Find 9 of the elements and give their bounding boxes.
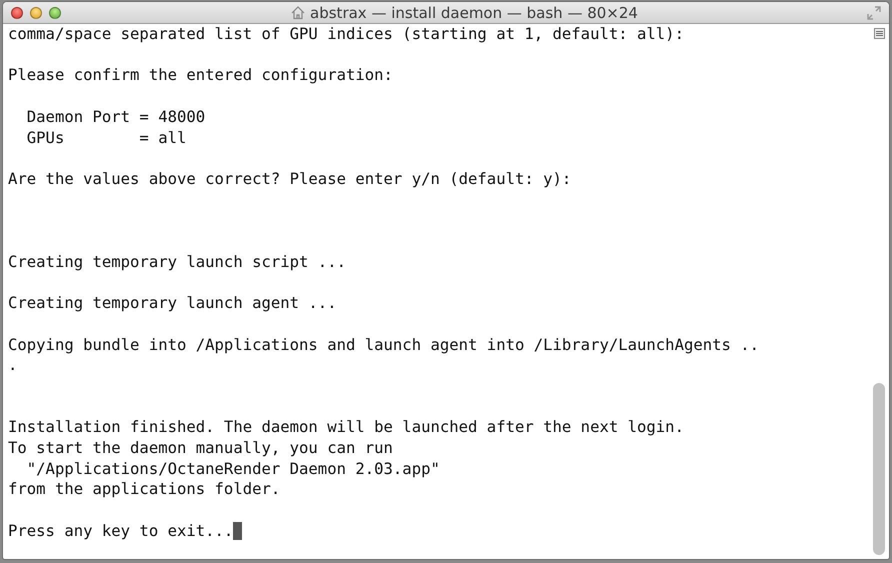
house-icon [290, 5, 306, 20]
terminal-output: comma/space separated list of GPU indices (starting at 1, default: all): Please confirm the entered configuration: Daemon Port = 48000 GPUs = all Are the values above correct? Please enter y/n (default: y): Creating temporary launch script ... Creating temporary launch agent ... Copying bundle into /Applications and launch agent into /Library/LaunchAgents .. . Installation finished. The daemon will be launched after the next login. To start the daemon manually, you can run "/Applications/OctaneRender Daemon 2.03.app" from the applications folder. Press any key to exit... [8, 25, 760, 540]
minimize-button[interactable] [30, 6, 42, 18]
zoom-button[interactable] [49, 6, 61, 18]
fullscreen-icon[interactable] [867, 6, 881, 20]
scrollbar-thumb[interactable] [873, 383, 885, 555]
window-title: abstrax — install daemon — bash — 80×24 [310, 4, 638, 22]
split-pane-icon[interactable] [874, 28, 884, 39]
close-button[interactable] [11, 6, 23, 18]
